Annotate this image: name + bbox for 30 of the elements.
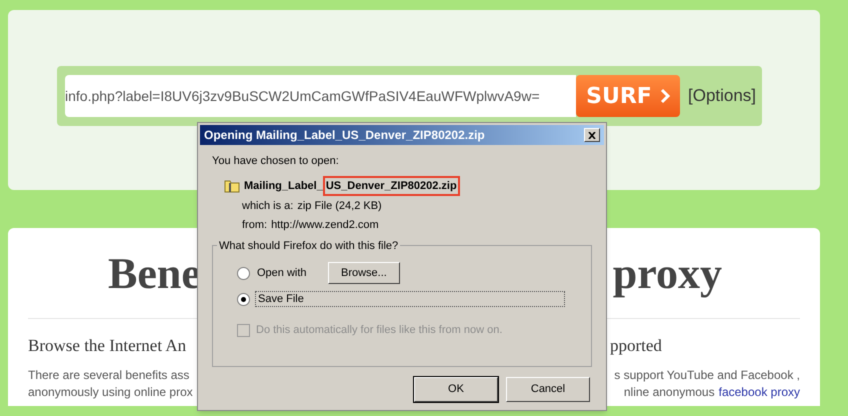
browse-button[interactable]: Browse... (328, 262, 400, 284)
close-icon (588, 132, 596, 138)
archive-icon (224, 178, 240, 193)
chevron-icon (660, 88, 670, 104)
section-heading: pported (610, 335, 662, 357)
file-name: Mailing_Label_ (244, 178, 323, 194)
facebook-proxy-link[interactable]: facebook proxy (718, 384, 800, 400)
radio-button[interactable] (237, 292, 250, 306)
close-button[interactable] (584, 128, 600, 142)
radio-button[interactable] (237, 266, 250, 280)
window-title: Opening Mailing_Label_US_Denver_ZIP80202.zip (204, 127, 485, 144)
detail-label: which is a: (242, 199, 294, 214)
paragraph-line: nline anonymous (624, 384, 715, 400)
ok-button[interactable]: OK (414, 377, 498, 402)
radio-label[interactable]: Save File (255, 291, 565, 307)
detail-value: zip File (24,2 KB) (297, 199, 382, 214)
intro-text: You have chosen to open: (212, 154, 340, 169)
section-heading: Browse the Internet An (28, 335, 186, 357)
paragraph-line: There are several benefits ass (28, 366, 190, 384)
file-name-highlight: US_Denver_ZIP80202.zip (322, 176, 460, 196)
radio-label[interactable]: Open with (255, 264, 323, 282)
cancel-button[interactable]: Cancel (506, 377, 590, 402)
page-heading: Bene (108, 250, 201, 298)
options-link[interactable]: [Options] (688, 83, 756, 109)
detail-value: http://www.zend2.com (271, 218, 379, 232)
detail-label: from: (242, 218, 268, 232)
paragraph-line: anonymously using online prox (28, 384, 193, 400)
page-heading: proxy (612, 250, 722, 298)
paragraph-line: s support YouTube and Facebook , (614, 366, 800, 384)
url-field[interactable]: info.php?label=I8UV6j3zv9BuSCW2UmCamGWfPaSIV4EauWFWplwvA9w= (65, 75, 576, 117)
